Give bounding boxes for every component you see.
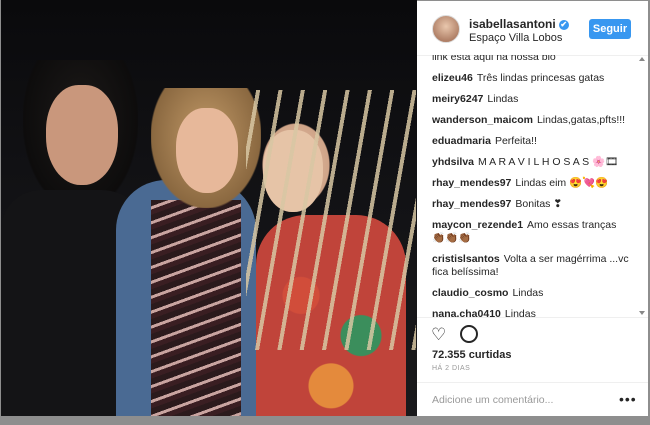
comment-username-link[interactable]: nana.cha0410 [432, 308, 501, 317]
photo-subject-middle-face [176, 108, 238, 193]
comment-row: meiry6247 Lindas [432, 93, 632, 106]
comment-bubble-icon[interactable] [460, 325, 478, 343]
comment-username-link[interactable]: rhay_mendes97 [432, 198, 511, 210]
comments-list[interactable]: link está aqui na nossa bio elizeu46 Três… [432, 55, 632, 317]
comment-row: wanderson_maicom Lindas,gatas,pfts!!! [432, 114, 632, 127]
comment-cutoff-text: link está aqui na nossa bio [432, 55, 556, 63]
comment-row: claudio_cosmo Lindas [432, 287, 632, 300]
likes-count[interactable]: 72.355 curtidas [432, 349, 512, 361]
more-options-icon[interactable]: ••• [619, 391, 637, 407]
comment-row: elizeu46 Três lindas princesas gatas [432, 72, 632, 85]
post-photo[interactable] [1, 0, 417, 416]
comment-row: eduadmaria Perfeita!! [432, 135, 632, 148]
comment-username-link[interactable]: rhay_mendes97 [432, 177, 511, 189]
comment-username-link[interactable]: meiry6247 [432, 93, 483, 105]
username-link[interactable]: isabellasantoni ✔ [469, 17, 569, 31]
comment-username-link[interactable]: wanderson_maicom [432, 114, 533, 126]
post-date[interactable]: HÁ 2 DIAS [432, 365, 470, 372]
comment-text: M A R A V I L H O S A S 🌸🎞 [478, 156, 619, 168]
comment-text: Lindas [487, 93, 519, 105]
comment-username-link[interactable]: eduadmaria [432, 135, 491, 147]
comment-username-link[interactable]: claudio_cosmo [432, 287, 508, 299]
scroll-up-arrow-icon[interactable] [639, 57, 645, 61]
comment-row: maycon_rezende1 Amo essas tranças 👏🏾👏🏾👏🏾 [432, 219, 632, 245]
comment-text: Lindas,gatas,pfts!!! [536, 114, 626, 126]
comments-scrollbar[interactable] [639, 57, 645, 315]
comment-composer: Adicione um comentário... ••• [417, 382, 648, 417]
verified-badge-icon: ✔ [558, 19, 569, 30]
post-header: isabellasantoni ✔ Espaço Villa Lobos Segu… [417, 1, 648, 56]
post-actions: ♡ [417, 317, 648, 348]
photo-subject-left-face [46, 85, 118, 185]
like-heart-icon[interactable]: ♡ [431, 326, 446, 343]
comment-username-link[interactable]: elizeu46 [432, 72, 473, 84]
comment-row: yhdsilva M A R A V I L H O S A S 🌸🎞 [432, 156, 632, 169]
comment-row: rhay_mendes97 Lindas eim 😍💘😍 [432, 177, 632, 190]
comment-username-link[interactable]: yhdsilva [432, 156, 474, 168]
comment-text: Três lindas princesas gatas [476, 72, 605, 84]
comment-row: nana.cha0410 Lindas [432, 308, 632, 317]
comment-row: rhay_mendes97 Bonitas ❣ [432, 198, 632, 211]
add-comment-input[interactable]: Adicione um comentário... [432, 394, 553, 406]
comment-text: Lindas [504, 308, 536, 317]
comment-text: Lindas eim 😍💘😍 [515, 177, 609, 189]
comment-username-link[interactable]: cristislsantos [432, 253, 500, 265]
comment-text: Perfeita!! [494, 135, 537, 147]
photo-subject-right-braids [246, 90, 416, 350]
comment-text: Bonitas ❣ [515, 198, 563, 210]
scroll-down-arrow-icon[interactable] [639, 311, 645, 315]
location-link[interactable]: Espaço Villa Lobos [469, 32, 562, 44]
follow-button[interactable]: Seguir [589, 19, 631, 39]
comment-text: Lindas [512, 287, 544, 299]
username-text[interactable]: isabellasantoni [469, 17, 556, 31]
avatar[interactable] [432, 15, 460, 43]
post-side-panel: isabellasantoni ✔ Espaço Villa Lobos Segu… [417, 1, 648, 416]
comment-username-link[interactable]: maycon_rezende1 [432, 219, 523, 231]
photo-subject-middle-shirt [151, 200, 241, 416]
comment-row: cristislsantos Volta a ser magérrima ...v… [432, 253, 632, 279]
